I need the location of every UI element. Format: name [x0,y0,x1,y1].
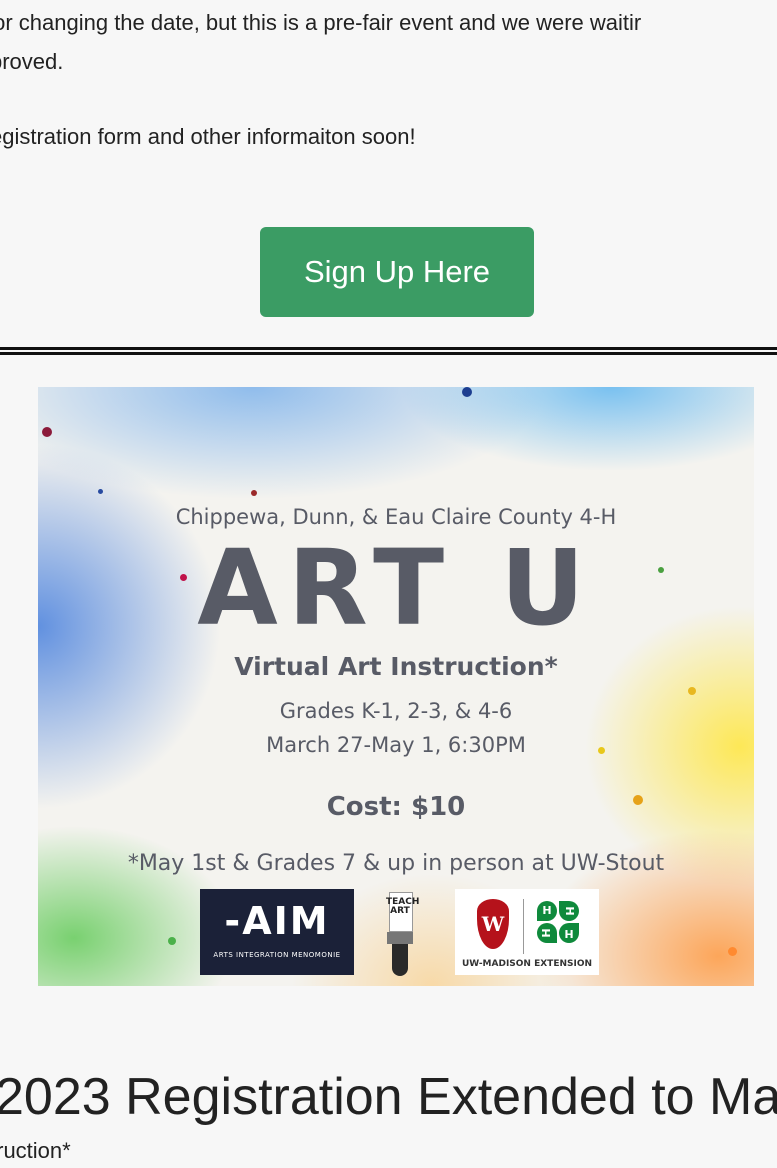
brush-ferrule [387,932,413,944]
flyer-county: Chippewa, Dunn, & Eau Claire County 4-H [175,505,617,529]
clover-leaf: H [559,923,579,943]
section-heading: 2023 Registration Extended to Mar [0,1068,777,1126]
flyer-cost: Cost: $10 [326,792,466,822]
paragraph-line-2: proved. [0,49,64,74]
paint-splatter [42,427,52,437]
clover-leaf: H [537,901,557,921]
paint-splatter [251,490,257,496]
uw-logo-caption: UW-MADISON EXTENSION [461,959,593,969]
flyer-grades: Grades K-1, 2-3, & 4-6 [279,699,513,723]
flyer-subtitle: Virtual Art Instruction* [234,652,558,681]
paint-splatter [728,947,737,956]
clover-leaf: H [559,901,579,921]
divider-bottom [0,352,777,355]
paragraph-line-3: egistration form and other informaiton s… [0,124,416,149]
paragraph-line-1: for changing the date, but this is a pre… [0,10,642,35]
art-u-flyer-image: Chippewa, Dunn, & Eau Claire County 4-H … [38,387,754,986]
paint-splatter [462,387,472,397]
four-h-clover-icon: H H H H [537,901,581,945]
brush-bristles [392,944,408,976]
aim-logo: -AIM ARTS INTEGRATION MENOMONIE [200,889,354,975]
paint-splatter [98,489,103,494]
uw-crest-icon: W [477,899,509,949]
logo-separator [523,899,524,954]
paint-splatter [688,687,696,695]
clover-leaf: H [537,923,557,943]
divider-top [0,347,777,350]
teach-art-brush-logo: TEACH ART [382,892,420,982]
flyer-title: ART U [197,527,595,649]
aim-logo-text: -AIM [224,899,330,943]
uw-extension-logo: W H H H H UW-MADISON EXTENSION [455,889,599,975]
teach-art-text: TEACH ART [386,897,420,916]
paint-splatter [168,937,176,945]
section-subline: truction* [0,1138,71,1163]
flyer-note: *May 1st & Grades 7 & up in person at UW… [127,851,665,876]
sign-up-button[interactable]: Sign Up Here [260,227,534,317]
flyer-dates: March 27-May 1, 6:30PM [266,733,526,757]
aim-logo-caption: ARTS INTEGRATION MENOMONIE [213,951,341,959]
